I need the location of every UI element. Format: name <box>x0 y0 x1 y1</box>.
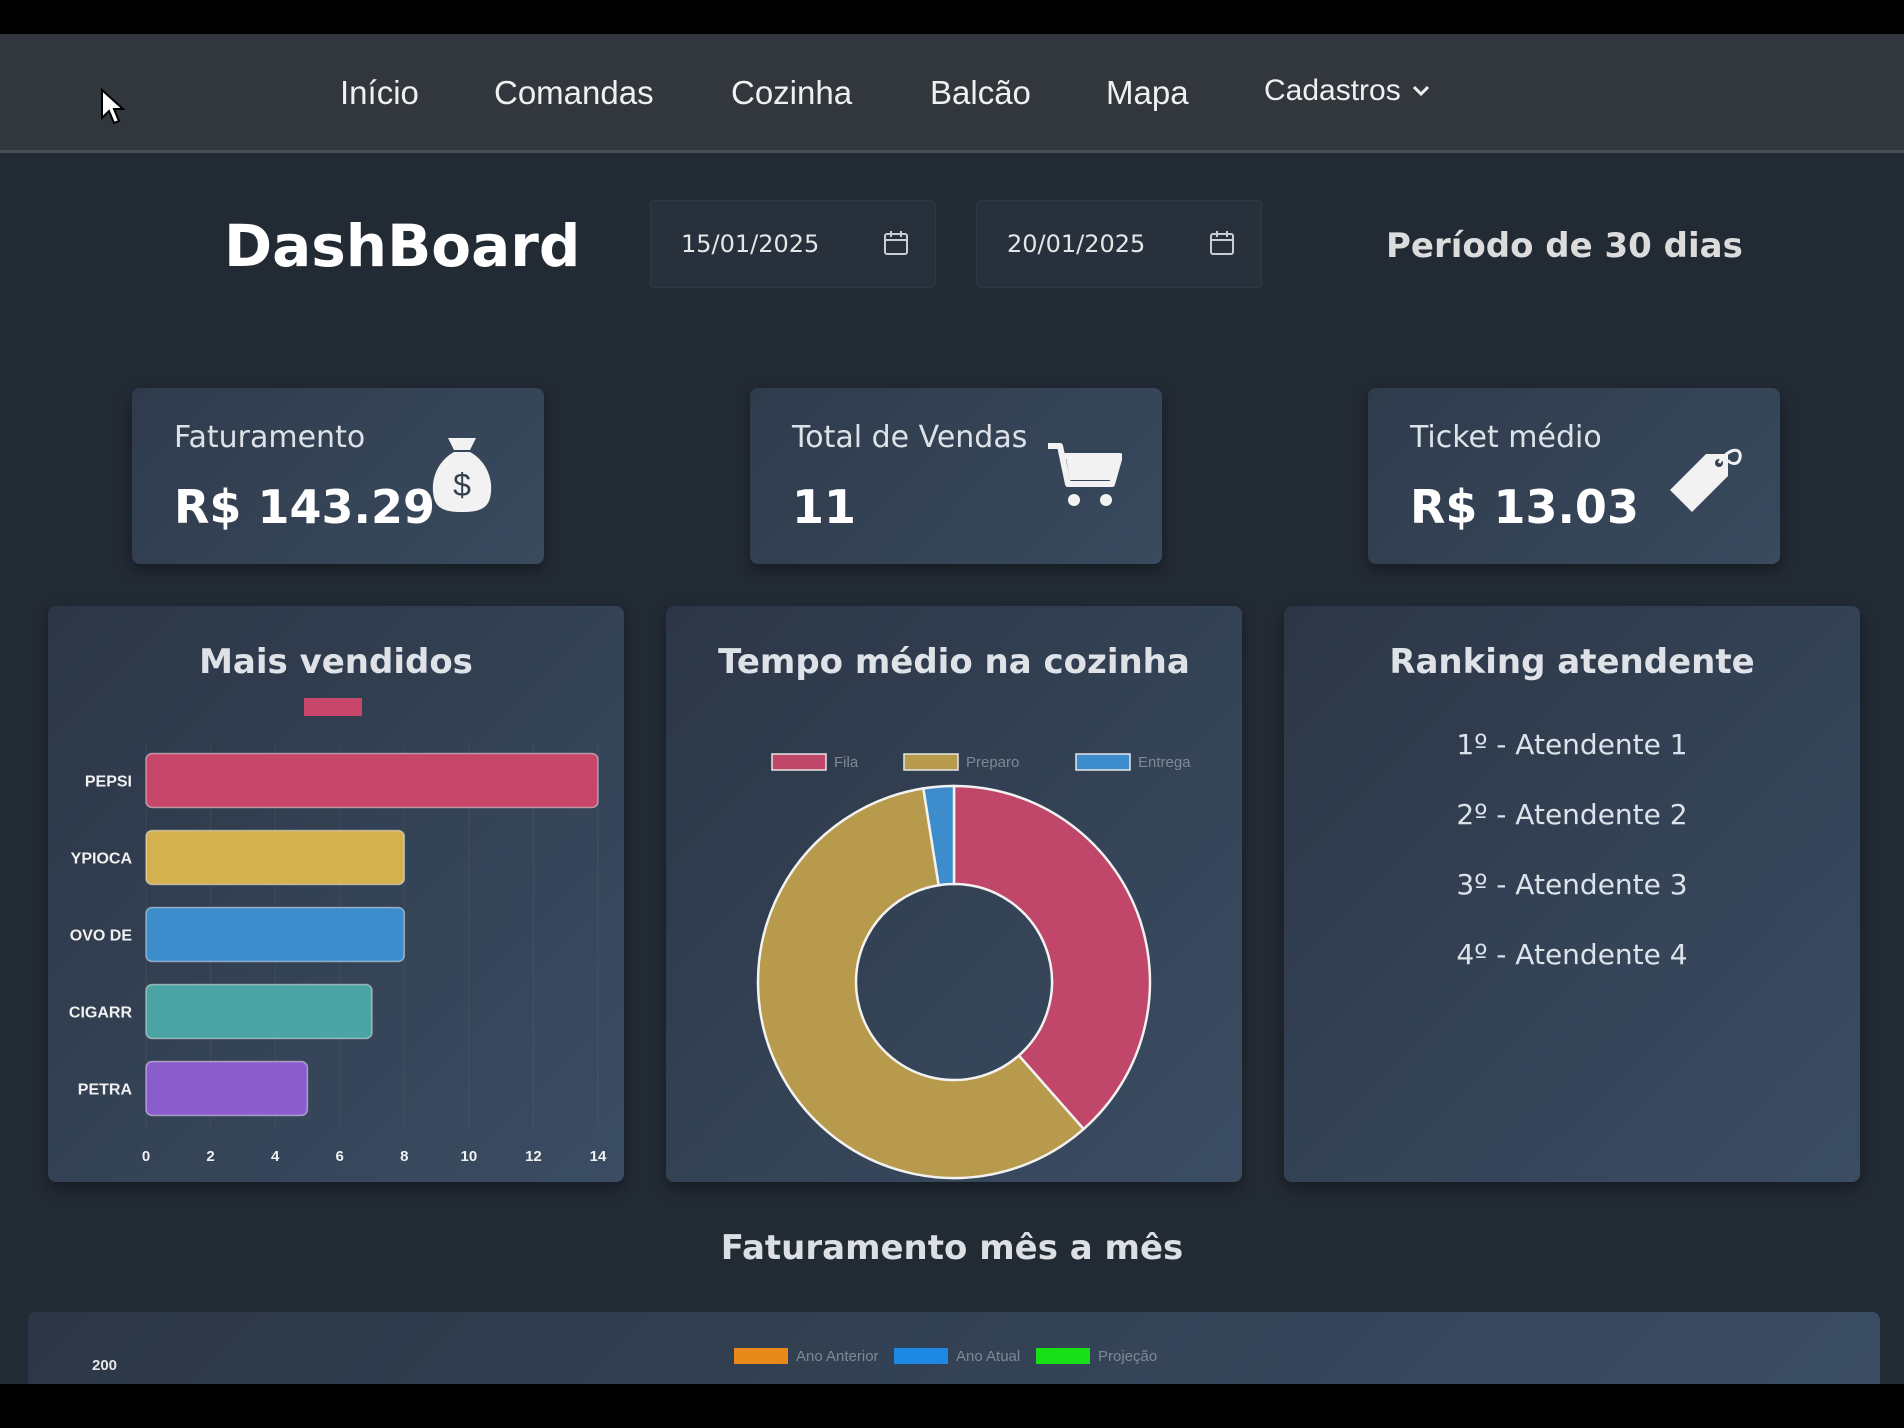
nav-inicio[interactable]: Início <box>340 74 419 112</box>
y-tick-label: OVO DE <box>70 928 133 945</box>
x-tick-label: 8 <box>400 1148 408 1165</box>
nav-comandas[interactable]: Comandas <box>494 74 654 112</box>
svg-text:$: $ <box>453 467 471 503</box>
money-bag-icon: $ <box>432 438 492 512</box>
nav-balcao[interactable]: Balcão <box>930 74 1031 112</box>
ranking-title: Ranking atendente <box>1389 642 1755 682</box>
nav-cadastros-label: Cadastros <box>1264 74 1401 107</box>
ranking-item: 3º - Atendente 3 <box>1456 868 1688 901</box>
end-date-value: 20/01/2025 <box>1007 230 1146 258</box>
start-date-value: 15/01/2025 <box>681 230 820 258</box>
mouse-cursor-icon <box>101 88 126 125</box>
nav-cozinha[interactable]: Cozinha <box>731 74 852 112</box>
x-tick-label: 4 <box>271 1148 280 1165</box>
y-tick-label: 200 <box>92 1357 117 1374</box>
legend-swatch <box>304 698 362 716</box>
app-window: Início Comandas Cozinha Balcão Mapa Cada… <box>0 34 1904 1384</box>
legend-swatch-preparo[interactable] <box>903 753 959 771</box>
period-label: Período de 30 dias <box>1386 226 1743 266</box>
ranking-item: 2º - Atendente 2 <box>1456 798 1688 831</box>
legend-swatch-fila[interactable] <box>771 753 827 771</box>
x-tick-label: 0 <box>142 1148 150 1165</box>
x-tick-label: 14 <box>590 1148 607 1165</box>
legend-label-fila: Fila <box>834 754 859 771</box>
bar-ovo-de[interactable] <box>145 906 406 963</box>
kitchen-time-panel: Tempo médio na cozinha Fila Preparo Entreg… <box>666 606 1242 1182</box>
ticket-label: Ticket médio <box>1410 420 1602 455</box>
bar-ypioca[interactable] <box>145 829 406 886</box>
ticket-card: Ticket médio R$ 13.03 <box>1368 388 1780 564</box>
legend-swatch-ano-atual <box>894 1348 948 1364</box>
ranking-panel: Ranking atendente 1º - Atendente 1 2º - … <box>1284 606 1860 1182</box>
cart-icon <box>1048 443 1122 506</box>
y-tick-label: PEPSI <box>85 774 132 791</box>
monthly-revenue-chart: Ano Anterior Ano Atual Projeção 200 <box>92 1348 1157 1374</box>
calendar-icon[interactable] <box>883 229 909 257</box>
legend-label-ano-atual: Ano Atual <box>956 1348 1020 1365</box>
nav-mapa[interactable]: Mapa <box>1106 74 1189 112</box>
bar-cigarr[interactable] <box>145 983 373 1040</box>
ranking-item: 1º - Atendente 1 <box>1456 728 1688 761</box>
y-tick-label: PETRA <box>78 1082 133 1099</box>
top-navbar: Início Comandas Cozinha Balcão Mapa Cada… <box>0 34 1904 153</box>
legend-label-preparo: Preparo <box>966 754 1019 771</box>
revenue-label: Faturamento <box>174 420 366 455</box>
legend-swatch-projecao <box>1036 1348 1090 1364</box>
page-title: DashBoard <box>224 212 581 280</box>
tag-icon <box>1670 448 1742 512</box>
sales-card: Total de Vendas 11 <box>750 388 1162 564</box>
best-sellers-chart: PEPSI YPIOCA OVO DE CIGARR PETRA 0 2 4 6 8 10 12 14 <box>69 698 607 1165</box>
chevron-down-icon <box>1412 85 1429 97</box>
x-tick-label: 6 <box>336 1148 344 1165</box>
bar-pepsi[interactable] <box>145 752 599 809</box>
best-sellers-panel: Mais vendidos PEPSI YPIOCA OVO DE CIGARR PET… <box>48 606 624 1182</box>
x-tick-label: 10 <box>461 1148 478 1165</box>
legend-label-entrega: Entrega <box>1138 754 1191 771</box>
monthly-revenue-panel: Ano Anterior Ano Atual Projeção 200 <box>28 1312 1880 1384</box>
y-tick-label: YPIOCA <box>71 851 133 868</box>
y-tick-label: CIGARR <box>69 1005 133 1022</box>
calendar-icon[interactable] <box>1209 229 1235 257</box>
legend-swatch-ano-anterior <box>734 1348 788 1364</box>
start-date-input[interactable]: 15/01/2025 <box>650 200 936 288</box>
end-date-input[interactable]: 20/01/2025 <box>976 200 1262 288</box>
legend-label-projecao: Projeção <box>1098 1348 1157 1365</box>
sales-label: Total de Vendas <box>792 420 1028 455</box>
x-tick-label: 12 <box>525 1148 542 1165</box>
x-tick-label: 2 <box>206 1148 214 1165</box>
legend-swatch-entrega[interactable] <box>1075 753 1131 771</box>
revenue-card: Faturamento R$ 143.29 $ <box>132 388 544 564</box>
bar-petra[interactable] <box>145 1060 309 1117</box>
kitchen-time-chart: Fila Preparo Entrega <box>756 753 1191 1180</box>
ticket-value: R$ 13.03 <box>1410 480 1639 534</box>
revenue-value: R$ 143.29 <box>174 480 435 534</box>
monthly-revenue-title: Faturamento mês a mês <box>720 1228 1184 1268</box>
sales-value: 11 <box>792 480 857 534</box>
ranking-item: 4º - Atendente 4 <box>1456 938 1688 971</box>
legend-label-ano-anterior: Ano Anterior <box>796 1348 879 1365</box>
nav-cadastros-dropdown[interactable]: Cadastros <box>1264 74 1431 108</box>
